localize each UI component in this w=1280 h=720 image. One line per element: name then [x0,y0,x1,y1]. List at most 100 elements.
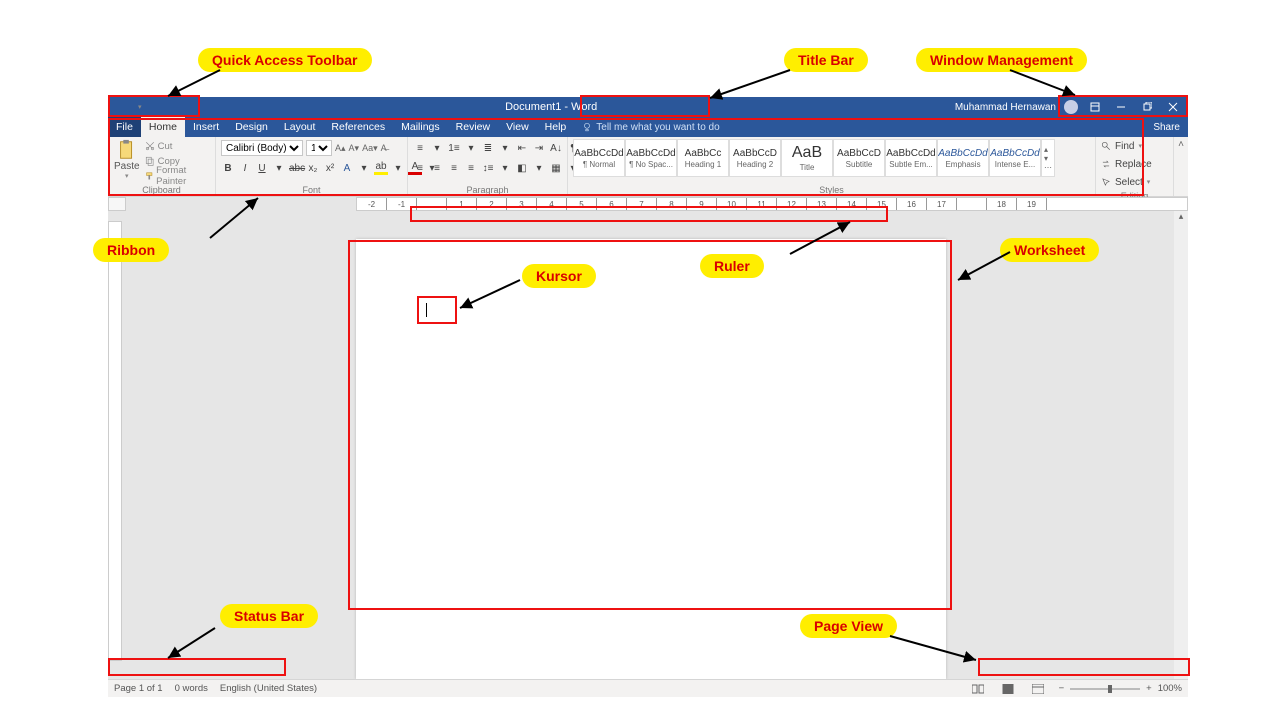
status-bar: Page 1 of 1 0 words English (United Stat… [108,679,1188,697]
highlight-icon[interactable]: ab [374,161,388,175]
style-tile-1[interactable]: AaBbCcDd¶ No Spac... [625,139,677,177]
format-painter-button[interactable]: Format Painter [145,169,210,183]
close-icon[interactable] [1164,100,1182,114]
style-tile-3[interactable]: AaBbCcDHeading 2 [729,139,781,177]
status-page[interactable]: Page 1 of 1 [114,683,163,694]
minimize-icon[interactable] [1112,100,1130,114]
style-tile-0[interactable]: AaBbCcDd¶ Normal [573,139,625,177]
tab-view[interactable]: View [498,117,537,137]
ribbon-display-options-icon[interactable] [1086,100,1104,114]
callout-qat: Quick Access Toolbar [198,48,372,72]
style-tile-7[interactable]: AaBbCcDdEmphasis [937,139,989,177]
collapse-ribbon-icon[interactable]: ˄ [1174,137,1188,196]
zoom-slider[interactable] [1070,688,1140,690]
tell-me-search[interactable]: Tell me what you want to do [574,117,719,137]
ruler-tick [417,198,447,210]
zoom-out-icon[interactable]: − [1059,683,1065,694]
bullets-icon[interactable]: ≡ [413,143,427,154]
scroll-up-icon[interactable]: ▴ [1174,211,1188,225]
strikethrough-button[interactable]: abc [289,163,303,174]
tab-references[interactable]: References [323,117,393,137]
web-layout-icon[interactable] [1029,682,1047,696]
grow-font-icon[interactable]: A▴ [335,143,346,154]
share-button[interactable]: Share [1145,117,1188,137]
tab-insert[interactable]: Insert [185,117,227,137]
style-tile-8[interactable]: AaBbCcDdIntense E... [989,139,1041,177]
select-button[interactable]: Select▾ [1101,175,1150,189]
paste-dropdown-icon[interactable]: ▾ [125,172,129,180]
style-preview: AaBbCcD [733,148,777,159]
align-left-icon[interactable]: ≡ [413,163,427,174]
shading-icon[interactable]: ◧ [515,163,529,174]
underline-button[interactable]: U [255,163,269,174]
subscript-button[interactable]: x₂ [306,163,320,174]
tab-file[interactable]: File [108,117,141,137]
document-page[interactable] [356,239,946,679]
numbering-icon[interactable]: 1≡ [447,143,461,154]
tab-review[interactable]: Review [448,117,498,137]
text-effects-icon[interactable]: A [340,163,354,174]
group-styles: AaBbCcDd¶ NormalAaBbCcDd¶ No Spac...AaBb… [568,137,1096,196]
tab-design[interactable]: Design [227,117,276,137]
align-center-icon[interactable]: ≡ [430,163,444,174]
style-tile-6[interactable]: AaBbCcDdSubtle Em... [885,139,937,177]
justify-icon[interactable]: ≡ [464,163,478,174]
replace-button[interactable]: Replace [1101,157,1152,171]
restore-icon[interactable] [1138,100,1156,114]
find-icon [1101,141,1111,151]
italic-button[interactable]: I [238,163,252,174]
style-tile-2[interactable]: AaBbCcHeading 1 [677,139,729,177]
ruler-tick: 15 [867,198,897,210]
vertical-ruler[interactable] [108,221,122,661]
superscript-button[interactable]: x² [323,163,337,174]
callout-ribbon: Ribbon [93,238,169,262]
tab-help[interactable]: Help [537,117,575,137]
ruler-tick: 12 [777,198,807,210]
style-tile-5[interactable]: AaBbCcDSubtitle [833,139,885,177]
align-right-icon[interactable]: ≡ [447,163,461,174]
vertical-scrollbar[interactable]: ▴ [1174,211,1188,679]
style-preview: AaBbCc [685,148,722,159]
decrease-indent-icon[interactable]: ⇤ [515,143,529,154]
change-case-icon[interactable]: Aa▾ [362,143,378,154]
bold-button[interactable]: B [221,163,235,174]
find-button[interactable]: Find▾ [1101,139,1142,153]
style-tile-4[interactable]: AaBTitle [781,139,833,177]
tab-layout[interactable]: Layout [276,117,324,137]
paste-button[interactable]: Paste ▾ [113,139,141,180]
read-mode-icon[interactable] [969,682,987,696]
shrink-font-icon[interactable]: A▾ [349,143,360,154]
style-caption: ¶ No Spac... [629,160,673,169]
line-spacing-icon[interactable]: ↕≡ [481,163,495,174]
zoom-control[interactable]: − + 100% [1059,683,1182,694]
callout-ruler: Ruler [700,254,764,278]
user-avatar-icon[interactable] [1064,100,1078,114]
customize-qat-icon[interactable]: ▾ [138,103,142,111]
tab-home[interactable]: Home [141,117,185,137]
status-language[interactable]: English (United States) [220,683,317,694]
status-words[interactable]: 0 words [175,683,208,694]
clear-formatting-icon[interactable]: A̶ [381,143,387,153]
horizontal-ruler[interactable]: -2-112345678910111213141516171819 [356,197,1188,211]
style-preview: AaBbCcDd [886,148,935,159]
multilevel-list-icon[interactable]: ≣ [481,143,495,154]
ruler-tick: 19 [1017,198,1047,210]
increase-indent-icon[interactable]: ⇥ [532,143,546,154]
font-name-select[interactable]: Calibri (Body) [221,140,303,156]
tab-mailings[interactable]: Mailings [393,117,448,137]
clipboard-group-label: Clipboard [108,185,215,196]
style-preview: AaBbCcDd [990,148,1039,159]
style-preview: AaBbCcDd [938,148,987,159]
style-caption: Subtitle [846,160,873,169]
borders-icon[interactable]: ▦ [549,163,563,174]
paragraph-group-label: Paragraph [408,185,567,196]
zoom-level[interactable]: 100% [1158,683,1182,694]
styles-more-icon[interactable]: ▴▾⋯ [1041,139,1055,177]
zoom-in-icon[interactable]: + [1146,683,1152,694]
print-layout-icon[interactable] [999,682,1017,696]
sort-icon[interactable]: A↓ [549,143,563,154]
cut-button[interactable]: Cut [145,139,210,153]
user-name[interactable]: Muhammad Hernawan [955,102,1056,113]
ruler-corner[interactable] [108,197,126,211]
font-size-select[interactable]: 11 [306,140,332,156]
